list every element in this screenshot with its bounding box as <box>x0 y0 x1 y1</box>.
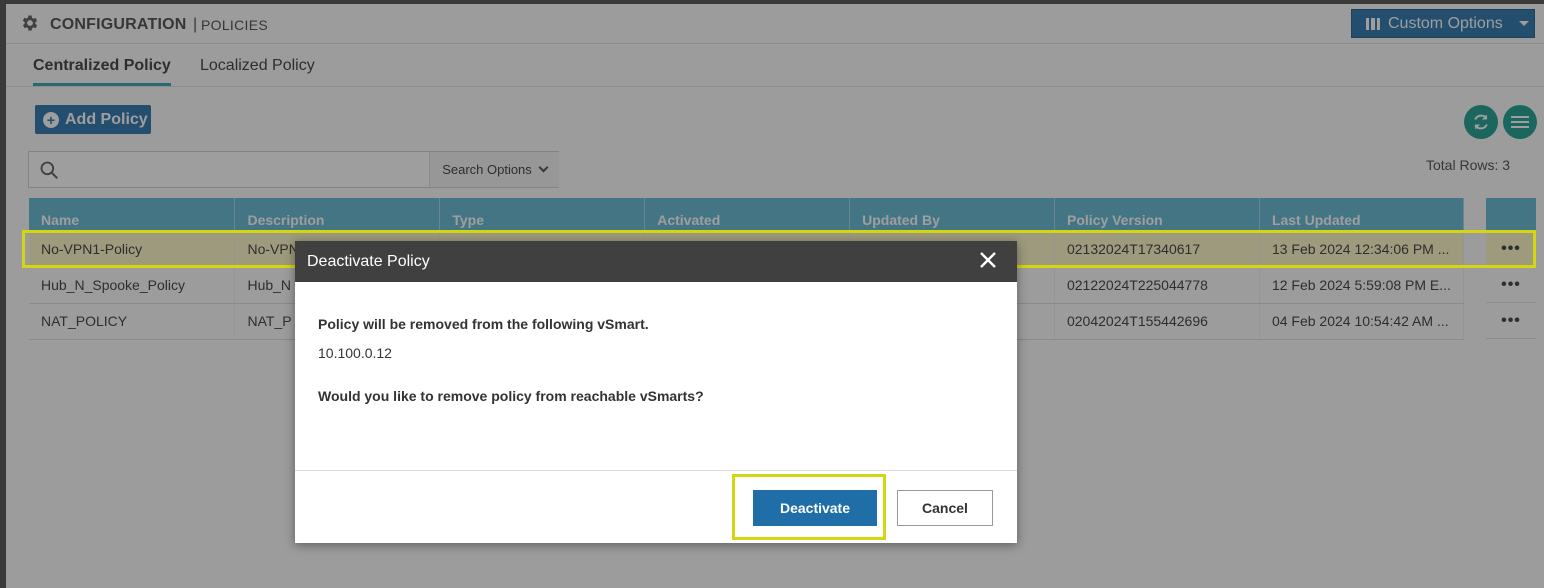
dialog-title: Deactivate Policy <box>307 253 430 270</box>
button-highlight-annotation <box>732 474 886 540</box>
cancel-button[interactable]: Cancel <box>897 490 993 526</box>
dialog-body: Policy will be removed from the followin… <box>295 282 1017 471</box>
deactivate-policy-dialog: Deactivate Policy Policy will be removed… <box>295 241 1017 543</box>
removal-message: Policy will be removed from the followin… <box>318 316 649 332</box>
close-icon[interactable] <box>977 249 999 271</box>
confirm-question: Would you like to remove policy from rea… <box>318 388 704 404</box>
dialog-header: Deactivate Policy <box>295 241 1017 282</box>
vsmart-ip: 10.100.0.12 <box>318 345 392 361</box>
